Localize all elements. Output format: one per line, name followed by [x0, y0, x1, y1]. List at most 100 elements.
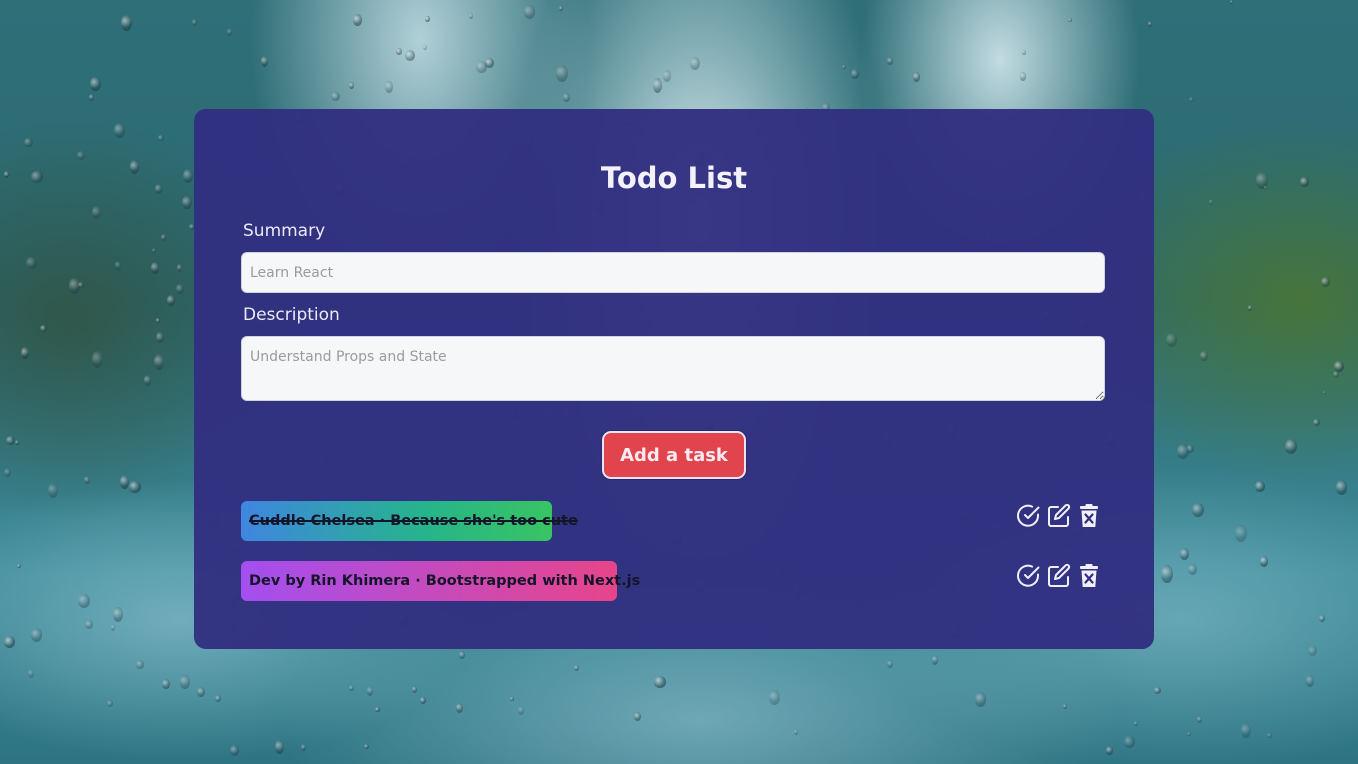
raindrop [275, 740, 285, 754]
raindrop [364, 744, 369, 750]
raindrop [129, 481, 141, 493]
raindrop [1177, 444, 1189, 460]
raindrop [4, 636, 15, 648]
task-item: Dev by Rin Khimera · Bootstrapped with N… [241, 561, 640, 601]
raindrop [152, 248, 157, 254]
description-textarea[interactable] [241, 336, 1105, 401]
raindrop [469, 13, 474, 20]
check-circle-icon[interactable] [1016, 502, 1042, 530]
add-task-button[interactable]: Add a task [602, 431, 746, 479]
raindrop [301, 744, 307, 752]
raindrop [1319, 615, 1326, 623]
raindrop [1161, 565, 1173, 584]
raindrop [1336, 480, 1348, 495]
raindrop [180, 675, 191, 689]
raindrop [1235, 525, 1247, 543]
edit-icon[interactable] [1046, 562, 1072, 590]
raindrop [15, 440, 19, 445]
raindrop [794, 729, 799, 736]
check-circle-icon[interactable] [1016, 562, 1042, 590]
raindrop [161, 234, 166, 241]
raindrop [156, 318, 161, 323]
raindrop [1308, 646, 1317, 656]
raindrop [932, 655, 939, 665]
raindrop [563, 93, 571, 102]
raindrop [975, 692, 986, 708]
raindrop [1260, 556, 1268, 567]
raindrop [574, 665, 580, 671]
raindrop [114, 123, 126, 138]
raindrop [115, 261, 122, 270]
raindrop [90, 77, 101, 91]
raindrop [1230, 0, 1234, 4]
raindrop [459, 651, 466, 660]
raindrop [349, 82, 354, 89]
raindrop [456, 703, 464, 714]
raindrop [1068, 18, 1073, 23]
raindrop [113, 607, 123, 623]
raindrop [26, 257, 37, 270]
raindrop [353, 14, 363, 26]
raindrop [385, 81, 393, 94]
raindrop [177, 264, 183, 272]
raindrop [842, 65, 847, 70]
raindrop [1166, 333, 1178, 348]
raindrop [396, 48, 402, 56]
raindrop [156, 332, 165, 343]
raindrop [476, 61, 488, 74]
raindrop [120, 475, 129, 489]
raindrop [183, 169, 193, 183]
raindrop [887, 660, 894, 668]
raindrop [1020, 72, 1026, 81]
trash-icon[interactable] [1076, 562, 1102, 590]
raindrop [78, 282, 84, 288]
raindrop [1180, 548, 1190, 560]
raindrop [367, 686, 374, 696]
raindrop [559, 6, 563, 12]
raindrop [510, 697, 514, 702]
raindrop [1285, 439, 1297, 454]
raindrop [420, 697, 427, 705]
raindrop [215, 695, 222, 703]
raindrop [24, 138, 33, 147]
edit-icon[interactable] [1046, 502, 1072, 530]
raindrop [887, 57, 893, 66]
raindrop [192, 19, 198, 27]
raindrop [653, 78, 663, 93]
raindrop [92, 206, 102, 219]
raindrop [634, 712, 642, 722]
raindrop [230, 745, 240, 756]
summary-label: Summary [243, 221, 326, 241]
summary-input[interactable] [241, 252, 1105, 293]
raindrop [6, 436, 15, 446]
raindrop [48, 483, 59, 498]
raindrop [1306, 675, 1315, 688]
raindrop [851, 69, 860, 80]
raindrop [17, 564, 21, 569]
raindrop [1188, 564, 1198, 576]
raindrop [227, 28, 233, 36]
raindrop [130, 160, 139, 174]
raindrop [78, 594, 90, 608]
task-text: Dev by Rin Khimera · Bootstrapped with N… [249, 573, 641, 589]
raindrop [144, 375, 152, 386]
raindrop [1323, 391, 1327, 395]
raindrop [121, 15, 132, 31]
description-label: Description [243, 305, 340, 325]
raindrop [136, 660, 144, 669]
raindrop [162, 679, 170, 689]
raindrop [524, 5, 535, 19]
raindrop [40, 325, 47, 333]
task-text: Cuddle Chelsea · Because she's too cute [249, 513, 578, 529]
todo-card: Todo List Summary Description Add a task… [194, 109, 1154, 649]
raindrop [89, 94, 95, 101]
raindrop [1333, 371, 1340, 378]
raindrop [85, 620, 94, 629]
raindrop [176, 284, 184, 295]
task-actions [1016, 561, 1102, 591]
raindrop [518, 706, 524, 716]
raindrop [77, 151, 86, 161]
raindrop [423, 45, 428, 50]
trash-icon[interactable] [1076, 502, 1102, 530]
raindrop [21, 347, 29, 360]
